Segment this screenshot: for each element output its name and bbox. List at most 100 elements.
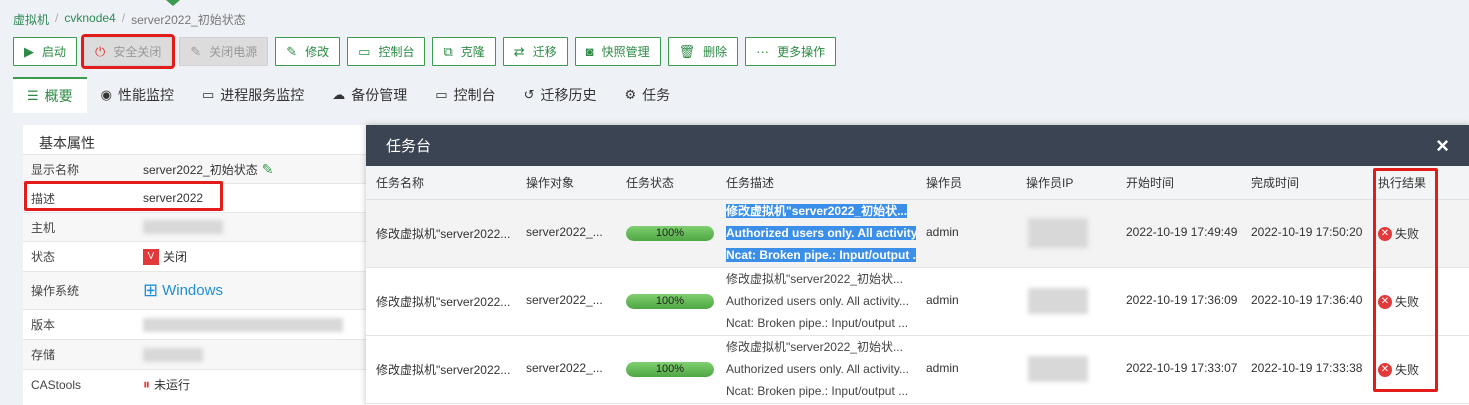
property-value: Windows bbox=[162, 282, 223, 299]
redacted-ip bbox=[1028, 288, 1088, 314]
breadcrumb-current: server2022_初始状态 bbox=[131, 13, 246, 27]
power-icon: ⏻ bbox=[95, 44, 106, 59]
breadcrumb-separator: / bbox=[55, 11, 59, 25]
task-operator: admin bbox=[926, 361, 959, 375]
delete-button[interactable]: 🗑 删除 bbox=[667, 37, 739, 66]
vm-stopped-icon: V bbox=[143, 248, 159, 265]
redacted-value bbox=[143, 220, 223, 234]
cloud-icon: ☁ bbox=[332, 87, 346, 102]
modal-header: 任务台 × bbox=[366, 125, 1469, 166]
tab-console[interactable]: ▭ 控制台 bbox=[421, 77, 509, 113]
property-label: 操作系统 bbox=[31, 284, 80, 298]
column-header: 操作对象 bbox=[526, 176, 575, 190]
column-header: 操作员IP bbox=[1026, 176, 1074, 190]
tab-migration-history[interactable]: ↺ 迁移历史 bbox=[510, 77, 611, 113]
task-operator: admin bbox=[926, 293, 959, 307]
property-label: 版本 bbox=[31, 318, 56, 332]
table-header: 任务名称 操作对象 任务状态 任务描述 操作员 操作员IP 开始时间 完成时间 … bbox=[366, 166, 1469, 200]
highlight-description bbox=[24, 181, 223, 211]
property-label: 存储 bbox=[31, 348, 56, 362]
start-button[interactable]: ▶ 启动 bbox=[13, 37, 78, 66]
tab-bar: ☰ 概要 ◉ 性能监控 ▭ 进程服务监控 ☁ 备份管理 ▭ 控制台 ↺ 迁移历史 ⚙ 任务 bbox=[13, 77, 1469, 113]
redacted-value bbox=[143, 317, 343, 332]
property-label: 状态 bbox=[31, 250, 56, 264]
pencil-icon: ✎ bbox=[286, 44, 298, 59]
task-start-time: 2022-10-19 17:33:07 bbox=[1126, 361, 1238, 375]
active-indicator-caret bbox=[166, 0, 180, 6]
clone-icon: ⧉ bbox=[443, 44, 453, 59]
close-icon[interactable]: × bbox=[1436, 133, 1449, 159]
tab-performance[interactable]: ◉ 性能监控 bbox=[87, 77, 188, 113]
property-row-status: 状态 V 关闭 bbox=[23, 241, 368, 271]
clone-button[interactable]: ⧉ 克隆 bbox=[432, 37, 496, 66]
task-name: 修改虚拟机"server2022... bbox=[376, 227, 511, 241]
redacted-ip bbox=[1028, 218, 1088, 248]
task-name: 修改虚拟机"server2022... bbox=[376, 295, 511, 309]
column-header: 任务名称 bbox=[376, 176, 425, 190]
task-target: server2022_... bbox=[526, 361, 603, 375]
property-row-host: 主机 bbox=[23, 212, 368, 241]
column-header: 开始时间 bbox=[1126, 176, 1175, 190]
table-row[interactable]: 修改虚拟机"server2022... server2022_... 100% … bbox=[366, 268, 1469, 336]
task-progress: 100% bbox=[626, 362, 714, 377]
tab-summary[interactable]: ☰ 概要 bbox=[13, 77, 87, 113]
redacted-value bbox=[143, 347, 203, 362]
column-header: 任务状态 bbox=[626, 176, 675, 190]
table-row[interactable]: 修改虚拟机"server2022... server2022_... 100% … bbox=[366, 336, 1469, 404]
tab-process-monitor[interactable]: ▭ 进程服务监控 bbox=[188, 77, 318, 113]
property-row-castools: CAStools ⏸ 未运行 bbox=[23, 369, 368, 399]
property-value: server2022_初始状态 bbox=[143, 162, 258, 177]
monitor-icon: ▭ bbox=[202, 87, 215, 102]
property-label: 主机 bbox=[31, 220, 56, 235]
task-description: 修改虚拟机"server2022_初始状... Authorized users… bbox=[726, 200, 916, 266]
task-target: server2022_... bbox=[526, 225, 603, 239]
power-off-button[interactable]: ✎ 关闭电源 bbox=[179, 37, 269, 66]
task-description: 修改虚拟机"server2022_初始状... Authorized users… bbox=[726, 272, 909, 330]
windows-icon: ⊞ bbox=[143, 280, 159, 300]
pause-icon: ⏸ bbox=[143, 376, 150, 392]
column-header: 操作员 bbox=[926, 176, 963, 190]
redacted-ip bbox=[1028, 356, 1088, 382]
property-value: 未运行 bbox=[154, 378, 191, 392]
console-button[interactable]: ▭ 控制台 bbox=[347, 37, 426, 66]
tab-backup[interactable]: ☁ 备份管理 bbox=[318, 77, 421, 113]
task-end-time: 2022-10-19 17:36:40 bbox=[1251, 293, 1363, 307]
breadcrumb-host[interactable]: cvknode4 bbox=[64, 11, 115, 28]
camera-icon: ◙ bbox=[585, 44, 594, 59]
gear-icon: ⚙ bbox=[624, 87, 637, 102]
basic-properties-panel: 基本属性 显示名称 server2022_初始状态 ✎ 描述 server2022… bbox=[23, 125, 368, 405]
property-row-display-name: 显示名称 server2022_初始状态 ✎ bbox=[23, 154, 368, 183]
tab-tasks[interactable]: ⚙ 任务 bbox=[611, 77, 685, 113]
task-progress: 100% bbox=[626, 294, 714, 309]
trash-icon: 🗑 bbox=[678, 44, 696, 59]
breadcrumb-vm[interactable]: 虚拟机 bbox=[13, 11, 49, 28]
property-label: CAStools bbox=[31, 377, 82, 392]
highlight-result-column bbox=[1373, 168, 1438, 392]
column-header: 完成时间 bbox=[1251, 176, 1300, 190]
ellipsis-icon: ··· bbox=[756, 44, 770, 59]
toolbar: ▶ 启动 ⏻ 安全关闭 ✎ 关闭电源 ✎ 修改 ▭ 控制台 ⧉ 克隆 ⇄ 迁移 ◙ 快照管理 🗑… bbox=[13, 34, 837, 69]
history-icon: ↺ bbox=[523, 87, 535, 102]
gauge-icon: ◉ bbox=[100, 87, 112, 102]
safe-shutdown-button[interactable]: ⏻ 安全关闭 bbox=[81, 34, 176, 69]
snapshot-button[interactable]: ◙ 快照管理 bbox=[574, 37, 661, 66]
task-progress: 100% bbox=[626, 226, 714, 241]
play-icon: ▶ bbox=[24, 44, 34, 59]
property-row-version: 版本 bbox=[23, 309, 368, 339]
pencil-icon[interactable]: ✎ bbox=[262, 161, 274, 178]
task-console-modal: 任务台 × 任务名称 操作对象 任务状态 任务描述 操作员 操作员IP 开始时间… bbox=[366, 125, 1469, 405]
task-target: server2022_... bbox=[526, 293, 603, 307]
property-row-os: 操作系统 ⊞ Windows bbox=[23, 271, 368, 309]
property-value: 关闭 bbox=[163, 250, 188, 264]
migrate-icon: ⇄ bbox=[513, 44, 525, 59]
more-actions-button[interactable]: ··· 更多操作 bbox=[745, 37, 837, 66]
property-row-storage: 存储 bbox=[23, 339, 368, 369]
migrate-button[interactable]: ⇄ 迁移 bbox=[502, 37, 568, 66]
edit-button[interactable]: ✎ 修改 bbox=[275, 37, 341, 66]
monitor-icon: ▭ bbox=[435, 87, 448, 102]
modal-title: 任务台 bbox=[386, 138, 432, 155]
task-description: 修改虚拟机"server2022_初始状... Authorized users… bbox=[726, 340, 909, 398]
table-row[interactable]: 修改虚拟机"server2022... server2022_... 100% … bbox=[366, 200, 1469, 268]
panel-title: 基本属性 bbox=[39, 135, 95, 151]
breadcrumb: 虚拟机 / cvknode4 / server2022_初始状态 bbox=[13, 11, 246, 28]
